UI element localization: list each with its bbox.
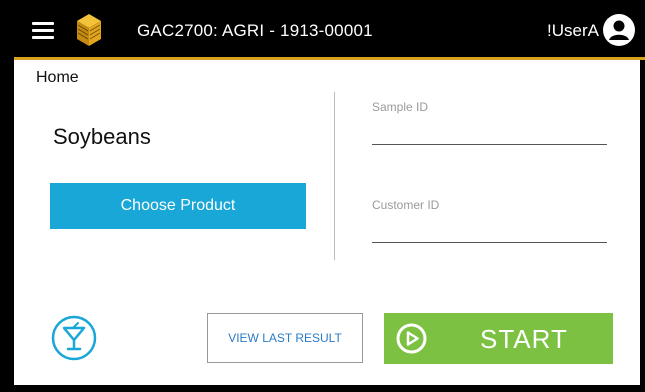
customer-id-field-group: Customer ID	[372, 198, 607, 243]
customer-id-label: Customer ID	[372, 198, 440, 212]
choose-product-button[interactable]: Choose Product	[50, 183, 306, 229]
main-content: Home Soybeans Choose Product Sample ID C…	[14, 60, 640, 385]
play-circle-icon	[396, 323, 427, 354]
vertical-divider	[334, 92, 335, 260]
window-title: GAC2700: AGRI - 1913-00001	[137, 21, 373, 40]
sample-id-input[interactable]	[372, 120, 607, 145]
user-account-icon[interactable]	[603, 14, 635, 46]
hamburger-menu-icon[interactable]	[32, 22, 54, 40]
cocktail-filter-icon[interactable]	[51, 315, 97, 361]
cube-logo-icon	[77, 14, 101, 46]
start-button[interactable]: START	[384, 313, 613, 364]
customer-id-input[interactable]	[372, 218, 607, 243]
start-label: START	[480, 324, 568, 354]
app-header: GAC2700: AGRI - 1913-00001 !UserA	[0, 0, 645, 58]
view-last-result-button[interactable]: VIEW LAST RESULT	[207, 313, 363, 363]
username-label[interactable]: !UserA	[547, 21, 599, 41]
product-name: Soybeans	[53, 124, 151, 149]
sample-id-field-group: Sample ID	[372, 100, 607, 145]
sample-id-label: Sample ID	[372, 100, 429, 114]
breadcrumb: Home	[36, 69, 79, 86]
